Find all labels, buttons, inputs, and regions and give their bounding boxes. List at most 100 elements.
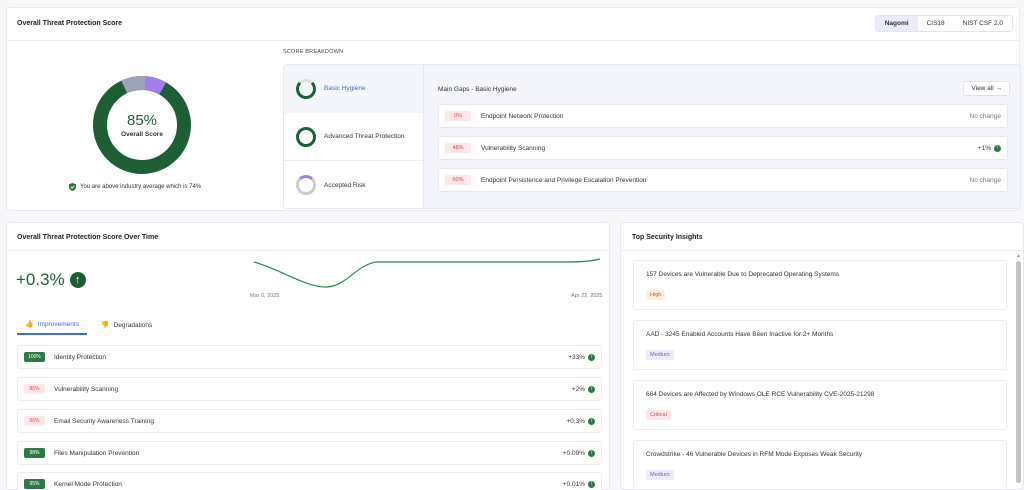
score-badge: 98% [24, 448, 45, 458]
divider [7, 40, 1019, 41]
trend-end-date: Apr 22, 2025 [571, 293, 603, 299]
industry-average-note: You are above industry average which is … [69, 183, 201, 191]
up-arrow-icon: ↑ [994, 144, 1001, 152]
gap-name: Vulnerability Scanning [481, 144, 546, 152]
improvement-name: Files Manipulation Prevention [54, 449, 140, 457]
insight-item[interactable]: Crowdstrike - 46 Vulnerable Devices in R… [633, 440, 1007, 490]
gap-score-badge: 48% [445, 143, 471, 153]
improvement-change-text: +0.3% [566, 417, 585, 425]
insight-title: 664 Devices are Affected by Windows OLE … [646, 391, 875, 398]
improvement-name: Vulnerability Scanning [54, 385, 119, 393]
framework-tabs: Nagomi CIS18 NIST CSF 2.0 [874, 15, 1013, 32]
progress-ring-icon [296, 78, 316, 99]
breakdown-category-list: Basic Hygiene Advanced Threat Protection… [284, 65, 424, 208]
improvement-change-text: +33% [568, 353, 585, 361]
improvement-change: +33% ↑ [568, 353, 595, 361]
up-arrow-icon: ↑ [588, 480, 595, 488]
score-breakdown-panel: Basic Hygiene Advanced Threat Protection… [283, 64, 1021, 209]
breakdown-item-basic-hygiene[interactable]: Basic Hygiene [284, 65, 423, 113]
gap-change-text: No change [969, 176, 1001, 184]
main-gaps-title: Main Gaps - Basic Hygiene [438, 86, 517, 93]
gap-change-text: +1% [977, 144, 991, 152]
tab-label: Degradations [113, 321, 153, 329]
view-all-button[interactable]: View all → [963, 81, 1010, 96]
insight-title: AAD - 3245 Enabled Accounts Have Been In… [646, 331, 834, 338]
thumbs-down-icon: 👎 [100, 322, 110, 329]
gap-change: No change [970, 177, 1001, 184]
gap-row[interactable]: 0% Endpoint Network Protection No change [438, 104, 1008, 128]
divider [621, 250, 1023, 251]
insight-item[interactable]: 157 Devices are Vulnerable Due to Deprec… [633, 260, 1007, 310]
trend-start-date: Mar 6, 2025 [250, 293, 280, 299]
overall-score-label: Overall Score [121, 131, 163, 138]
improvement-row[interactable]: 95% Kernel Mode Protection +0.01% ↑ [17, 472, 602, 490]
insight-item[interactable]: 664 Devices are Affected by Windows OLE … [633, 380, 1007, 430]
insight-title: Crowdstrike - 46 Vulnerable Devices in R… [646, 451, 863, 458]
gap-name: Endpoint Persistence and Privilege Escal… [481, 176, 647, 184]
threat-score-card: Overall Threat Protection Score Nagomi C… [6, 7, 1021, 211]
scroll-up-icon[interactable]: ▲ [1016, 253, 1021, 259]
breakdown-item-label: Basic Hygiene [324, 85, 366, 92]
thumbs-up-icon: 👍 [25, 321, 34, 328]
gap-score-badge: 0% [445, 111, 471, 121]
overall-score-percent: 85% [126, 112, 158, 129]
score-trend-sparkline [253, 258, 601, 288]
score-delta: +0.3% ↑ [16, 270, 86, 290]
shield-check-icon [69, 183, 76, 191]
insights-title: Top Security Insights [632, 234, 703, 241]
security-insights-card: Top Security Insights 157 Devices are Vu… [620, 222, 1024, 490]
improvement-row[interactable]: 98% Files Manipulation Prevention +0.09%… [17, 441, 602, 465]
score-badge: 95% [24, 479, 45, 489]
insights-scrollbar[interactable]: ▲ [1016, 253, 1021, 487]
progress-ring-icon [296, 126, 316, 147]
score-badge: 100% [24, 352, 45, 362]
improvement-change-text: +0.09% [562, 449, 585, 457]
improvement-change: +0.3% ↑ [566, 417, 595, 425]
gap-row[interactable]: 48% Vulnerability Scanning +1% ↑ [438, 136, 1008, 160]
change-tabs: 👍 Improvements 👎 Degradations [17, 317, 160, 335]
gap-change: +1% ↑ [977, 144, 1001, 152]
up-arrow-icon: ↑ [588, 353, 595, 361]
gap-name: Endpoint Network Protection [481, 112, 564, 120]
tab-nagomi[interactable]: Nagomi [875, 16, 918, 31]
breakdown-item-accepted-risk[interactable]: Accepted Risk [284, 161, 423, 209]
insight-title: 157 Devices are Vulnerable Due to Deprec… [646, 271, 840, 278]
up-arrow-icon: ↑ [588, 385, 595, 393]
breakdown-item-advanced-threat-protection[interactable]: Advanced Threat Protection [284, 113, 423, 161]
improvement-row[interactable]: 100% Identity Protection +33% ↑ [17, 345, 602, 369]
gap-score-badge: 60% [445, 175, 471, 185]
gap-row[interactable]: 60% Endpoint Persistence and Privilege E… [438, 168, 1008, 192]
up-arrow-icon: ↑ [588, 417, 595, 425]
score-badge: 66% [24, 416, 45, 426]
improvement-change: +2% ↑ [571, 385, 595, 393]
tab-label: Improvements [37, 320, 79, 328]
scrollbar-thumb[interactable] [1016, 261, 1021, 483]
industry-average-text: You are above industry average which is … [80, 184, 202, 190]
breakdown-item-label: Advanced Threat Protection [324, 133, 405, 140]
gap-change-text: No change [969, 112, 1001, 120]
tab-improvements[interactable]: 👍 Improvements [17, 317, 87, 335]
severity-badge: Critical [646, 410, 671, 420]
tab-degradations[interactable]: 👎 Degradations [93, 317, 160, 335]
improvement-name: Email Security Awareness Training [54, 417, 154, 425]
tab-nist-csf[interactable]: NIST CSF 2.0 [954, 16, 1012, 31]
tab-cis18[interactable]: CIS18 [918, 16, 954, 31]
score-breakdown-label: SCORE BREAKDOWN [283, 49, 344, 55]
up-arrow-icon: ↑ [588, 449, 595, 457]
breakdown-item-label: Accepted Risk [324, 181, 366, 189]
severity-badge: Medium [646, 350, 674, 360]
improvement-change: +0.09% ↑ [562, 449, 595, 457]
improvement-change-text: +2% [571, 385, 585, 393]
improvement-change: +0.01% ↑ [563, 480, 595, 488]
up-arrow-icon: ↑ [69, 272, 86, 288]
gap-change: No change [970, 113, 1001, 120]
score-card-title: Overall Threat Protection Score [17, 20, 123, 27]
overall-score-donut: 85% Overall Score [87, 70, 197, 180]
improvement-row[interactable]: 66% Email Security Awareness Training +0… [17, 409, 602, 433]
severity-badge: High [646, 290, 666, 300]
score-delta-value: +0.3% [16, 270, 65, 289]
score-badge: 85% [24, 384, 45, 394]
insight-item[interactable]: AAD - 3245 Enabled Accounts Have Been In… [633, 320, 1007, 370]
improvement-row[interactable]: 85% Vulnerability Scanning +2% ↑ [17, 377, 602, 401]
severity-badge: Medium [646, 470, 674, 480]
